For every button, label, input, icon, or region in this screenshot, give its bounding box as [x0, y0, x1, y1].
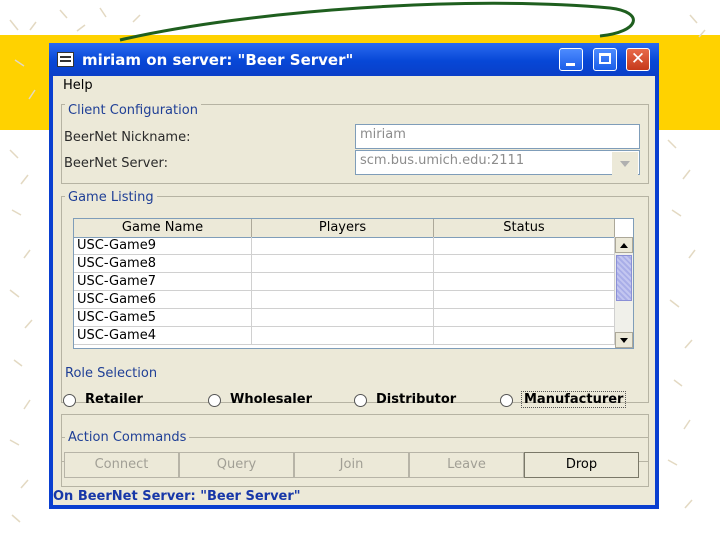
drop-button[interactable]: Drop	[524, 452, 639, 478]
radio-wholesaler[interactable]	[208, 394, 221, 407]
window-content: Help Client Configuration BeerNet Nickna…	[53, 76, 655, 505]
game-table[interactable]: Game Name Players Status USC-Game9 USC-G…	[73, 218, 634, 349]
cell-players	[252, 273, 434, 291]
game-listing-title: Game Listing	[65, 190, 157, 205]
nickname-label: BeerNet Nickname:	[64, 130, 191, 145]
cell-game-name: USC-Game4	[74, 327, 252, 345]
join-button[interactable]: Join	[294, 452, 409, 478]
table-row[interactable]: USC-Game6	[74, 291, 615, 309]
label-wholesaler[interactable]: Wholesaler	[230, 392, 312, 407]
cell-players	[252, 327, 434, 345]
column-header-game-name[interactable]: Game Name	[74, 219, 252, 237]
menu-help[interactable]: Help	[63, 78, 93, 93]
table-row[interactable]: USC-Game9	[74, 237, 615, 255]
status-text: On BeerNet Server: "Beer Server"	[53, 489, 301, 504]
close-icon[interactable]: ✕	[626, 48, 650, 71]
cell-status	[434, 327, 615, 345]
nickname-field[interactable]: miriam	[355, 124, 640, 149]
cell-game-name: USC-Game7	[74, 273, 252, 291]
role-selection-title: Role Selection	[62, 366, 161, 381]
cell-status	[434, 237, 615, 255]
column-header-status[interactable]: Status	[434, 219, 615, 237]
cell-players	[252, 309, 434, 327]
cell-players	[252, 237, 434, 255]
scroll-thumb[interactable]	[616, 255, 632, 301]
maximize-icon[interactable]	[593, 48, 617, 71]
scroll-up-icon[interactable]	[615, 237, 633, 253]
label-manufacturer[interactable]: Manufacturer	[521, 391, 627, 408]
table-row[interactable]: USC-Game4	[74, 327, 615, 345]
cell-status	[434, 291, 615, 309]
client-config-title: Client Configuration	[65, 103, 201, 118]
cell-status	[434, 255, 615, 273]
action-commands-title: Action Commands	[65, 430, 190, 445]
label-distributor[interactable]: Distributor	[376, 392, 456, 407]
cell-game-name: USC-Game6	[74, 291, 252, 309]
table-row[interactable]: USC-Game7	[74, 273, 615, 291]
cell-status	[434, 273, 615, 291]
window-title: miriam on server: "Beer Server"	[82, 51, 354, 69]
chevron-down-icon[interactable]	[612, 152, 638, 175]
app-icon	[57, 52, 74, 67]
cell-game-name: USC-Game8	[74, 255, 252, 273]
cell-game-name: USC-Game9	[74, 237, 252, 255]
minimize-icon[interactable]	[559, 48, 583, 71]
title-bar[interactable]: miriam on server: "Beer Server" ✕	[49, 43, 659, 76]
cell-players	[252, 291, 434, 309]
server-value: scm.bus.umich.edu:2111	[360, 153, 525, 168]
cell-status	[434, 309, 615, 327]
leave-button[interactable]: Leave	[409, 452, 524, 478]
vertical-scrollbar[interactable]	[615, 237, 633, 348]
radio-distributor[interactable]	[354, 394, 367, 407]
cell-game-name: USC-Game5	[74, 309, 252, 327]
column-header-players[interactable]: Players	[252, 219, 434, 237]
table-header: Game Name Players Status	[74, 219, 615, 238]
radio-manufacturer[interactable]	[500, 394, 513, 407]
query-button[interactable]: Query	[179, 452, 294, 478]
server-combobox[interactable]: scm.bus.umich.edu:2111	[355, 150, 640, 175]
connect-button[interactable]: Connect	[64, 452, 179, 478]
table-row[interactable]: USC-Game8	[74, 255, 615, 273]
cell-players	[252, 255, 434, 273]
radio-retailer[interactable]	[63, 394, 76, 407]
table-row[interactable]: USC-Game5	[74, 309, 615, 327]
label-retailer[interactable]: Retailer	[85, 392, 143, 407]
server-label: BeerNet Server:	[64, 156, 168, 171]
scroll-down-icon[interactable]	[615, 332, 633, 348]
application-window: miriam on server: "Beer Server" ✕ Help C…	[49, 43, 659, 509]
